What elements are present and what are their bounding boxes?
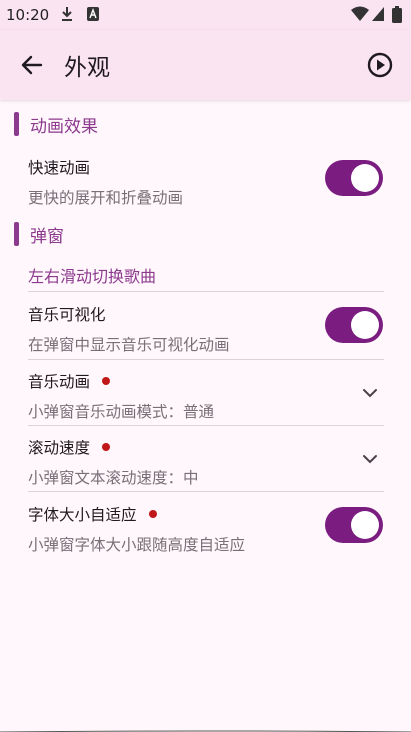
chevron-down-icon[interactable]	[361, 384, 379, 402]
status-bar: 10:20	[0, 0, 411, 30]
setting-title: 音乐动画	[28, 373, 91, 391]
setting-title-wrap: 滚动速度	[28, 436, 388, 458]
arrow-back-icon	[21, 55, 43, 75]
setting-title: 字体大小自适应	[28, 506, 137, 524]
toggle-knob	[351, 511, 379, 539]
setting-subtitle: 小弹窗文本滚动速度：中	[28, 469, 199, 487]
font-size-adaptive-toggle[interactable]	[325, 507, 383, 543]
status-time: 10:20	[6, 6, 50, 24]
section-accent-bar	[14, 222, 19, 246]
app-a-icon	[87, 7, 99, 21]
section-header-animation: 动画效果	[14, 111, 98, 137]
app-bar: 外观	[0, 30, 411, 100]
setting-music-animation[interactable]: 音乐动画 小弹窗音乐动画模式：普通	[28, 370, 388, 422]
section-header-popup: 弹窗	[14, 221, 64, 247]
setting-subtitle: 小弹窗音乐动画模式：普通	[28, 403, 215, 421]
wifi-icon	[351, 6, 369, 21]
back-button[interactable]	[14, 50, 50, 80]
toggle-knob	[351, 164, 379, 192]
music-visualizer-toggle[interactable]	[325, 307, 383, 343]
section-accent-bar	[14, 112, 19, 136]
divider	[28, 425, 384, 426]
play-button[interactable]	[365, 50, 395, 80]
section-title: 动画效果	[30, 116, 98, 137]
signal-icon	[372, 7, 384, 21]
swipe-switch-song-link[interactable]: 左右滑动切换歌曲	[28, 263, 156, 287]
divider	[28, 359, 384, 360]
page-title: 外观	[64, 55, 110, 81]
fast-animation-toggle[interactable]	[325, 160, 383, 196]
toggle-knob	[351, 311, 379, 339]
battery-icon	[392, 6, 402, 23]
play-circle-icon	[367, 52, 393, 78]
new-dot-indicator	[102, 443, 111, 451]
section-title: 弹窗	[30, 226, 64, 247]
divider	[28, 291, 384, 292]
setting-title: 滚动速度	[28, 439, 91, 457]
chevron-down-icon[interactable]	[361, 450, 379, 468]
setting-scroll-speed[interactable]: 滚动速度 小弹窗文本滚动速度：中	[28, 436, 388, 488]
setting-title-wrap: 音乐动画	[28, 370, 388, 392]
new-dot-indicator	[148, 510, 157, 518]
download-icon	[62, 7, 72, 21]
new-dot-indicator	[102, 377, 111, 385]
divider	[28, 491, 384, 492]
